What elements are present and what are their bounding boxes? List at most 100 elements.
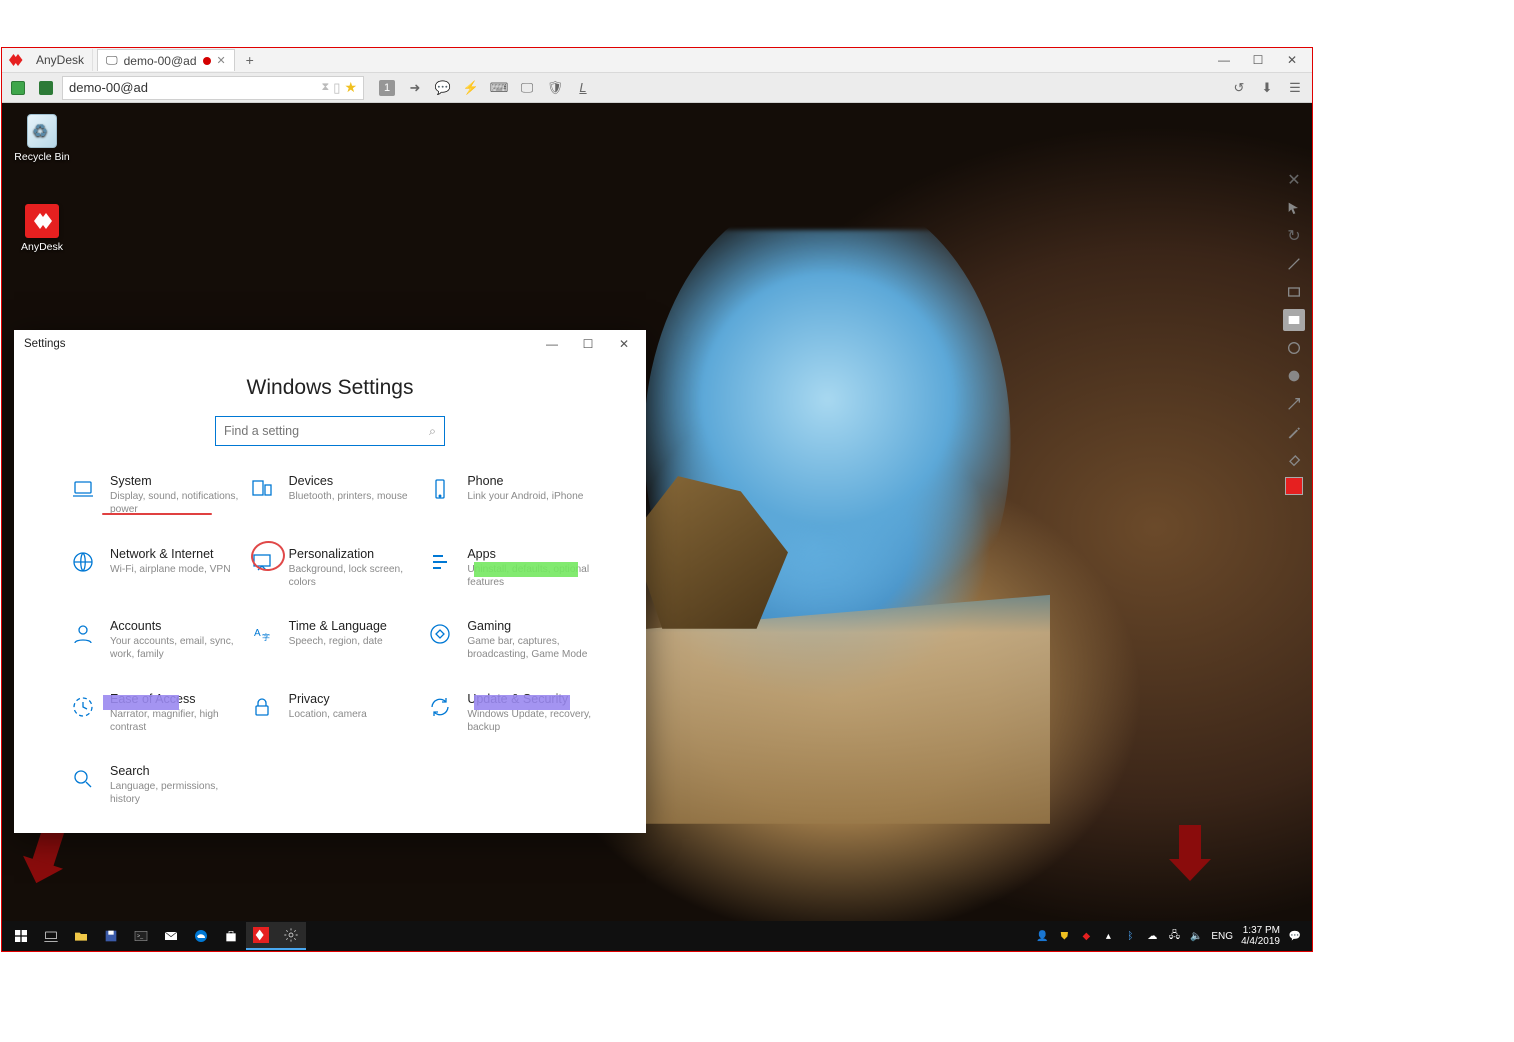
wb-arrow-button[interactable] bbox=[1283, 393, 1305, 415]
terminal-button[interactable]: >_ bbox=[126, 922, 156, 950]
actions-button[interactable]: ➜ bbox=[402, 76, 428, 100]
notifications-icon[interactable]: 💬 bbox=[1288, 929, 1302, 943]
tab-home[interactable]: AnyDesk bbox=[28, 49, 93, 71]
category-accounts[interactable]: AccountsYour accounts, email, sync, work… bbox=[70, 619, 239, 662]
minimize-button[interactable]: — bbox=[1208, 49, 1240, 71]
desktop-icon-anydesk[interactable]: AnyDesk bbox=[14, 203, 70, 253]
whiteboard-toolbar: ✕ ↻ bbox=[1280, 163, 1308, 501]
taskview-button[interactable] bbox=[36, 922, 66, 950]
session-tools: 1 ➜ 💬 ⚡ ⌨ 🖵 🛡 L bbox=[374, 76, 596, 100]
clock-date: 4/4/2019 bbox=[1241, 936, 1280, 947]
remote-desktop[interactable]: Recycle Bin AnyDesk ✕ ↻ bbox=[2, 103, 1312, 951]
wb-circle-button[interactable] bbox=[1283, 337, 1305, 359]
clock[interactable]: 1:37 PM 4/4/2019 bbox=[1241, 925, 1280, 947]
bluetooth-icon[interactable]: ᛒ bbox=[1123, 929, 1137, 943]
wb-pen-button[interactable] bbox=[1283, 421, 1305, 443]
monitor-select-button[interactable]: 1 bbox=[374, 76, 400, 100]
svg-text:A: A bbox=[254, 628, 261, 639]
recycle-bin-icon bbox=[27, 114, 57, 148]
wb-rect-button[interactable] bbox=[1283, 281, 1305, 303]
settings-maximize-button[interactable]: ☐ bbox=[570, 330, 606, 358]
phone-icon bbox=[427, 476, 453, 502]
settings-close-button[interactable]: ✕ bbox=[606, 330, 642, 358]
category-phone[interactable]: PhoneLink your Android, iPhone bbox=[427, 474, 596, 517]
history-button[interactable]: ↺ bbox=[1226, 76, 1252, 100]
person-icon bbox=[70, 621, 96, 647]
session-accept2-icon[interactable] bbox=[34, 76, 58, 100]
globe-icon bbox=[70, 549, 96, 575]
whiteboard-button[interactable]: L bbox=[570, 76, 596, 100]
settings-search[interactable]: ⌕ bbox=[215, 416, 445, 446]
wb-color-swatch[interactable] bbox=[1285, 477, 1303, 495]
tab-session[interactable]: 🖵 demo-00@ad ✕ bbox=[97, 49, 235, 71]
lightning-button[interactable]: ⚡ bbox=[458, 76, 484, 100]
wb-undo-button[interactable]: ↻ bbox=[1283, 225, 1305, 247]
session-accept-icon[interactable] bbox=[6, 76, 30, 100]
favorite-icon[interactable]: ★ bbox=[344, 79, 357, 96]
category-time[interactable]: A字 Time & LanguageSpeech, region, date bbox=[249, 619, 418, 662]
permissions-button[interactable]: 🛡 bbox=[542, 76, 568, 100]
category-devices[interactable]: DevicesBluetooth, printers, mouse bbox=[249, 474, 418, 517]
wb-rect-fill-button[interactable] bbox=[1283, 309, 1305, 331]
category-search[interactable]: SearchLanguage, permissions, history bbox=[70, 764, 239, 807]
ease-icon bbox=[70, 694, 96, 720]
tab-close-button[interactable]: ✕ bbox=[217, 54, 226, 67]
category-system[interactable]: SystemDisplay, sound, notifications, pow… bbox=[70, 474, 239, 517]
network-tray-icon[interactable]: 🖧 bbox=[1167, 929, 1181, 943]
anydesk-tab-strip: AnyDesk 🖵 demo-00@ad ✕ + — ☐ ✕ bbox=[2, 48, 1312, 73]
address-bar[interactable]: demo-00@ad ⧗ ▯ ★ bbox=[62, 76, 364, 100]
volume-icon[interactable]: 🔈 bbox=[1189, 929, 1203, 943]
update-icon bbox=[427, 694, 453, 720]
tray-chevron-icon[interactable]: ▴ bbox=[1101, 929, 1115, 943]
new-tab-button[interactable]: + bbox=[239, 50, 261, 70]
tab-home-label: AnyDesk bbox=[36, 53, 84, 67]
settings-heading: Windows Settings bbox=[14, 376, 646, 400]
category-privacy[interactable]: PrivacyLocation, camera bbox=[249, 692, 418, 735]
tray-anydesk-icon[interactable]: ◆ bbox=[1079, 929, 1093, 943]
svg-text:>_: >_ bbox=[137, 933, 144, 939]
settings-categories: SystemDisplay, sound, notifications, pow… bbox=[14, 474, 646, 827]
chat-button[interactable]: 💬 bbox=[430, 76, 456, 100]
language-indicator[interactable]: ENG bbox=[1211, 931, 1233, 942]
wb-cursor-button[interactable] bbox=[1283, 197, 1305, 219]
annotation-highlight-apps bbox=[474, 562, 578, 577]
search-icon: ⌕ bbox=[429, 424, 436, 439]
anydesk-app-icon bbox=[25, 204, 59, 238]
settings-search-input[interactable] bbox=[224, 424, 414, 438]
address-value: demo-00@ad bbox=[69, 80, 148, 95]
store-button[interactable] bbox=[216, 922, 246, 950]
edge-button[interactable] bbox=[186, 922, 216, 950]
recording-indicator-icon bbox=[203, 57, 211, 65]
category-gaming[interactable]: GamingGame bar, captures, broadcasting, … bbox=[427, 619, 596, 662]
wb-eraser-button[interactable] bbox=[1283, 449, 1305, 471]
explorer-button[interactable] bbox=[66, 922, 96, 950]
hamburger-button[interactable]: ☰ bbox=[1282, 76, 1308, 100]
tray-security-icon[interactable]: ⛊ bbox=[1057, 929, 1071, 943]
tab-session-label: demo-00@ad bbox=[124, 54, 197, 68]
settings-title: Settings bbox=[24, 338, 66, 350]
save-app-button[interactable] bbox=[96, 922, 126, 950]
onedrive-icon[interactable]: ☁ bbox=[1145, 929, 1159, 943]
category-network[interactable]: Network & InternetWi-Fi, airplane mode, … bbox=[70, 547, 239, 590]
gaming-icon bbox=[427, 621, 453, 647]
settings-window[interactable]: Settings — ☐ ✕ Windows Settings ⌕ System… bbox=[14, 330, 646, 833]
close-button[interactable]: ✕ bbox=[1276, 49, 1308, 71]
time-icon: A字 bbox=[249, 621, 275, 647]
settings-taskbar-button[interactable] bbox=[276, 922, 306, 950]
mail-button[interactable] bbox=[156, 922, 186, 950]
wb-close-button[interactable]: ✕ bbox=[1283, 169, 1305, 191]
desktop-icon-recycle-bin[interactable]: Recycle Bin bbox=[14, 113, 70, 163]
devices-icon bbox=[249, 476, 275, 502]
download-button[interactable]: ⬇ bbox=[1254, 76, 1280, 100]
wb-circle-fill-button[interactable] bbox=[1283, 365, 1305, 387]
keyboard-button[interactable]: ⌨ bbox=[486, 76, 512, 100]
people-icon[interactable]: 👤 bbox=[1035, 929, 1049, 943]
settings-minimize-button[interactable]: — bbox=[534, 330, 570, 358]
lock-icon bbox=[249, 694, 275, 720]
maximize-button[interactable]: ☐ bbox=[1242, 49, 1274, 71]
anydesk-session-window: AnyDesk 🖵 demo-00@ad ✕ + — ☐ ✕ demo-00@a… bbox=[1, 47, 1313, 952]
wb-line-button[interactable] bbox=[1283, 253, 1305, 275]
start-button[interactable] bbox=[6, 922, 36, 950]
display-button[interactable]: 🖵 bbox=[514, 76, 540, 100]
anydesk-taskbar-button[interactable] bbox=[246, 922, 276, 950]
